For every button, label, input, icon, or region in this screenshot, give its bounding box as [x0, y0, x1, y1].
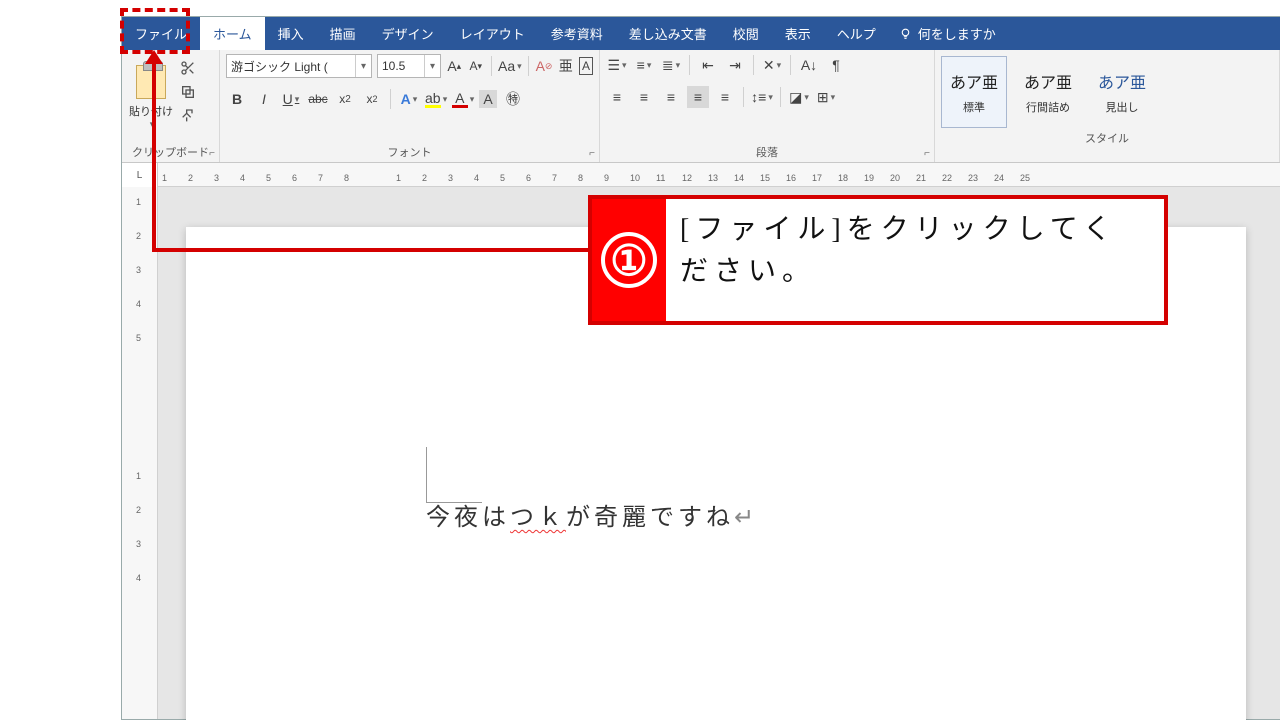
font-name-combo[interactable]: 游ゴシック Light (▾ [226, 54, 372, 78]
asian-layout-button[interactable]: ✕▾ [761, 54, 783, 76]
clear-formatting-button[interactable]: A⊘ [536, 55, 553, 77]
style-sample: あア亜 [1024, 69, 1072, 93]
char-border-button[interactable]: A [579, 57, 593, 75]
tab-review[interactable]: 校閲 [720, 17, 772, 50]
superscript-button[interactable]: x2 [361, 88, 383, 110]
distribute-button[interactable]: ≡ [714, 86, 736, 108]
change-case-button[interactable]: Aa▾ [499, 55, 521, 77]
align-left-button[interactable]: ≡ [606, 86, 628, 108]
text-segment: 今夜は [426, 505, 510, 531]
tab-design[interactable]: デザイン [369, 17, 447, 50]
paste-button[interactable]: 貼り付け ▾ [128, 54, 174, 140]
tab-draw[interactable]: 描画 [317, 17, 369, 50]
style-normal[interactable]: あア亜 標準 [941, 56, 1007, 128]
ribbon: 貼り付け ▾ クリップボード⌐ 游ゴシック Light (▾ [122, 50, 1280, 163]
subscript-button[interactable]: x2 [334, 88, 356, 110]
style-label: 見出し [1106, 99, 1139, 115]
increase-indent-button[interactable]: ⇥ [724, 54, 746, 76]
bullet-list-button[interactable]: ☰▾ [606, 54, 628, 76]
annotation-callout: ① [ファイル]をクリックしてください。 [588, 195, 1168, 325]
enclose-char-button[interactable]: ㊕ [502, 88, 524, 110]
horizontal-ruler[interactable]: 8765432112345678910111213141516171819202… [158, 163, 1280, 187]
justify-button[interactable]: ≡ [687, 86, 709, 108]
strikethrough-button[interactable]: abc [307, 88, 329, 110]
tab-home[interactable]: ホーム [200, 17, 265, 50]
phonetic-guide-button[interactable]: 亜 [557, 55, 574, 77]
tab-layout[interactable]: レイアウト [447, 17, 538, 50]
ruler-area: L 87654321123456789101112131415161718192… [122, 163, 1280, 187]
annotation-step-number: ① [592, 199, 666, 321]
vertical-ruler[interactable]: 543211234 [122, 187, 158, 719]
dialog-launcher-icon[interactable]: ⌐ [924, 148, 930, 159]
italic-button[interactable]: I [253, 88, 275, 110]
shading-button[interactable]: ◪▾ [788, 86, 810, 108]
lightbulb-icon [899, 27, 912, 40]
bold-button[interactable]: B [226, 88, 248, 110]
ribbon-group-font: 游ゴシック Light (▾ 10.5▾ A▴ A▾ Aa▾ A⊘ 亜 A [220, 50, 600, 162]
font-name-value: 游ゴシック Light ( [227, 58, 355, 75]
char-shading-button[interactable]: A [479, 90, 497, 108]
annotation-arrow-horizontal [152, 248, 590, 252]
margin-indicator [426, 447, 482, 503]
style-label: 行間詰め [1026, 99, 1070, 115]
dialog-launcher-icon[interactable]: ⌐ [209, 148, 215, 159]
style-heading1[interactable]: あア亜 見出し [1089, 56, 1155, 128]
tab-file[interactable]: ファイル [122, 17, 200, 50]
dialog-launcher-icon[interactable]: ⌐ [589, 148, 595, 159]
borders-button[interactable]: ⊞▾ [815, 86, 837, 108]
font-group-label: フォント [388, 144, 432, 160]
grow-font-button[interactable]: A▴ [446, 55, 463, 77]
word-window: ファイル ホーム 挿入 描画 デザイン レイアウト 参考資料 差し込み文書 校閲… [121, 16, 1280, 720]
clipboard-icon [136, 65, 166, 99]
paragraph-group-label: 段落 [756, 144, 778, 160]
tell-me-search[interactable]: 何をしますか [899, 17, 996, 50]
show-marks-button[interactable]: ¶ [825, 54, 847, 76]
highlight-button[interactable]: ab▾ [425, 88, 447, 110]
tab-references[interactable]: 参考資料 [538, 17, 616, 50]
cut-button[interactable] [178, 58, 198, 78]
format-painter-button[interactable] [178, 106, 198, 126]
text-effects-button[interactable]: A▾ [398, 88, 420, 110]
paste-label: 貼り付け [129, 103, 173, 119]
ribbon-tab-bar: ファイル ホーム 挿入 描画 デザイン レイアウト 参考資料 差し込み文書 校閲… [122, 17, 1280, 50]
tab-mailings[interactable]: 差し込み文書 [616, 17, 720, 50]
ribbon-group-clipboard: 貼り付け ▾ クリップボード⌐ [122, 50, 220, 162]
style-label: 標準 [963, 99, 985, 115]
font-size-value: 10.5 [378, 59, 424, 73]
decrease-indent-button[interactable]: ⇤ [697, 54, 719, 76]
styles-group-label: スタイル [1085, 130, 1129, 146]
tab-view[interactable]: 表示 [772, 17, 824, 50]
align-center-button[interactable]: ≡ [633, 86, 655, 108]
tab-help[interactable]: ヘルプ [824, 17, 889, 50]
style-sample: あア亜 [1098, 69, 1146, 93]
sort-button[interactable]: A↓ [798, 54, 820, 76]
screenshot-root: ファイル ホーム 挿入 描画 デザイン レイアウト 参考資料 差し込み文書 校閲… [0, 0, 1280, 720]
caret-down-icon: ▾ [355, 55, 371, 77]
number-list-button[interactable]: ≡▾ [633, 54, 655, 76]
shrink-font-button[interactable]: A▾ [468, 55, 485, 77]
copy-button[interactable] [178, 82, 198, 102]
spelling-error: つｋ [510, 505, 566, 531]
clipboard-group-label: クリップボード [132, 144, 209, 160]
annotation-arrow-vertical [152, 54, 156, 252]
text-segment: が奇麗ですね [566, 505, 734, 531]
font-size-combo[interactable]: 10.5▾ [377, 54, 441, 78]
style-no-spacing[interactable]: あア亜 行間詰め [1015, 56, 1081, 128]
caret-down-icon: ▾ [424, 55, 440, 77]
font-color-button[interactable]: A▾ [452, 88, 474, 110]
tab-insert[interactable]: 挿入 [265, 17, 317, 50]
paragraph-mark-icon: ↵ [734, 505, 758, 531]
annotation-text: [ファイル]をクリックしてください。 [666, 199, 1164, 321]
underline-button[interactable]: U▾ [280, 88, 302, 110]
multilevel-list-button[interactable]: ≣▾ [660, 54, 682, 76]
style-sample: あア亜 [950, 69, 998, 93]
tell-me-label: 何をしますか [918, 24, 996, 43]
align-right-button[interactable]: ≡ [660, 86, 682, 108]
document-text[interactable]: 今夜はつｋが奇麗ですね↵ [426, 497, 758, 532]
ribbon-group-styles: あア亜 標準 あア亜 行間詰め あア亜 見出し スタイル [935, 50, 1280, 162]
ribbon-group-paragraph: ☰▾ ≡▾ ≣▾ ⇤ ⇥ ✕▾ A↓ ¶ [600, 50, 935, 162]
line-spacing-button[interactable]: ↕≡▾ [751, 86, 773, 108]
